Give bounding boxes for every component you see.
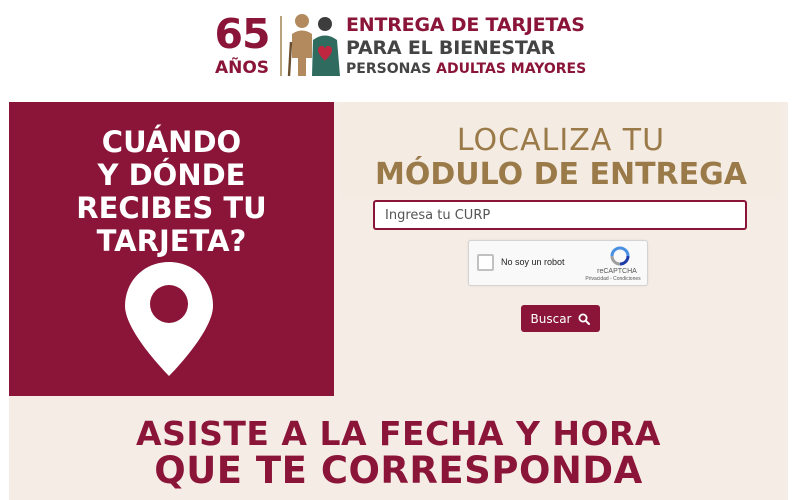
asiste-heading-line1: ASISTE A LA FECHA Y HORA	[136, 414, 661, 453]
recaptcha-checkbox[interactable]	[477, 254, 494, 271]
recaptcha-widget: No soy un robot reCAPTCHA Privacidad - C…	[468, 240, 648, 286]
locator-title-line1: LOCALIZA TU	[456, 123, 666, 158]
left-heading-line1: CUÁNDO	[101, 125, 242, 159]
left-panel-heading: CUÁNDO Y DÓNDE RECIBES TU TARJETA?	[9, 126, 334, 258]
asiste-heading-line2: QUE TE CORRESPONDA	[154, 449, 643, 492]
recaptcha-brand: reCAPTCHA	[597, 268, 637, 275]
logo-title-line3-a: PERSONAS	[346, 61, 432, 77]
logo-divider	[280, 16, 282, 76]
locator-header: LOCALIZA TU MÓDULO DE ENTREGA	[341, 102, 781, 198]
recaptcha-links[interactable]: Privacidad - Condiciones	[577, 276, 649, 283]
curp-input[interactable]	[373, 200, 747, 230]
map-pin-icon	[125, 262, 213, 376]
site-header: 65 AÑOS ENTREGA DE TARJETAS PARA EL BIEN…	[0, 0, 800, 100]
logo-title-line2: PARA EL BIENESTAR	[346, 37, 556, 59]
search-icon	[578, 313, 591, 325]
logo-number: 65	[214, 10, 270, 58]
logo-years: AÑOS	[214, 58, 270, 78]
recaptcha-logo-icon	[610, 246, 630, 266]
recaptcha-label: No soy un robot	[501, 257, 565, 267]
search-button-label: Buscar	[530, 311, 572, 326]
left-heading-line2: Y DÓNDE	[97, 158, 246, 192]
logo-title-line3: PERSONAS ADULTAS MAYORES	[346, 60, 586, 78]
search-button[interactable]: Buscar	[521, 305, 600, 332]
left-heading-line4: TARJETA?	[96, 224, 247, 258]
left-heading-line3: RECIBES TU	[76, 191, 267, 225]
left-info-panel: CUÁNDO Y DÓNDE RECIBES TU TARJETA?	[9, 102, 334, 396]
logo-title-line1: ENTREGA DE TARJETAS	[346, 14, 585, 36]
locator-title-line2: MÓDULO DE ENTREGA	[375, 157, 747, 192]
logo-title-line3-b: ADULTAS MAYORES	[436, 61, 587, 77]
elderly-couple-icon	[287, 14, 340, 77]
